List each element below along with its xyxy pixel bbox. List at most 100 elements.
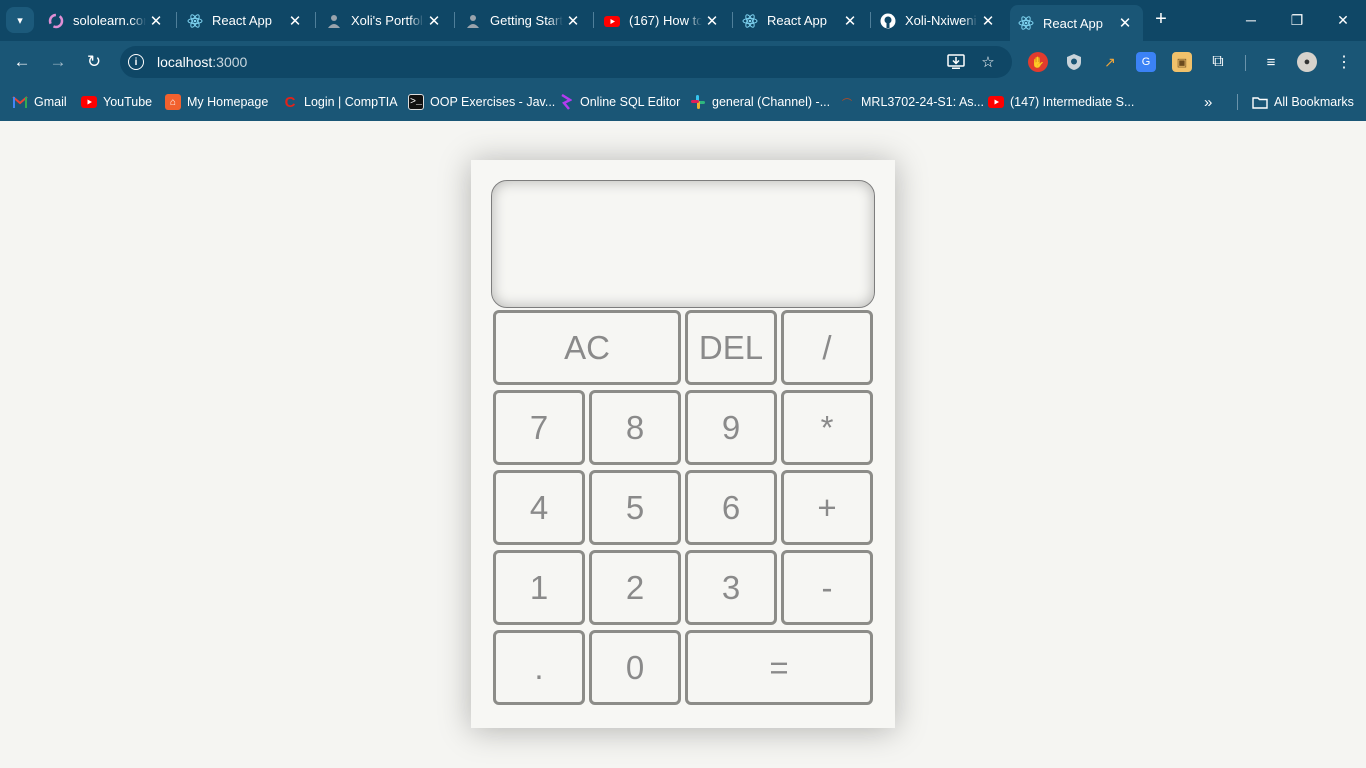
tab-react-app-active[interactable]: React App ✕ xyxy=(1010,5,1143,41)
tab-title: sololearn.com xyxy=(73,13,146,28)
extensions-puzzle-icon[interactable]: ⧉ xyxy=(1208,52,1228,72)
bookmark-youtube[interactable]: YouTube xyxy=(81,92,152,112)
close-window-button[interactable]: ✕ xyxy=(1328,8,1358,32)
close-icon[interactable]: ✕ xyxy=(424,11,444,31)
bookmark-label: YouTube xyxy=(103,95,153,109)
bookmarks-overflow-button[interactable]: » xyxy=(1204,92,1212,112)
close-icon[interactable]: ✕ xyxy=(702,11,722,31)
bookmark-slack[interactable]: general (Channel) -... xyxy=(690,92,830,112)
bookmark-sql-editor[interactable]: Online SQL Editor xyxy=(558,92,680,112)
tab-divider xyxy=(454,12,455,28)
translate-icon[interactable]: G xyxy=(1136,52,1156,72)
plus-button[interactable]: + xyxy=(781,470,873,545)
close-icon[interactable]: ✕ xyxy=(978,11,998,31)
react-icon xyxy=(742,13,758,29)
minimize-button[interactable]: ─ xyxy=(1236,8,1266,32)
toolbar-divider xyxy=(1245,55,1246,71)
react-icon xyxy=(1018,15,1034,31)
extension-hand-icon[interactable]: ✋ xyxy=(1028,52,1048,72)
tab-github[interactable]: Xoli-Nxiweni ✕ xyxy=(872,6,1006,35)
minus-button[interactable]: - xyxy=(781,550,873,625)
decimal-button[interactable]: . xyxy=(493,630,585,705)
close-icon[interactable]: ✕ xyxy=(285,11,305,31)
tab-title: (167) How to xyxy=(629,13,702,28)
chevron-double-right-icon: » xyxy=(1204,93,1213,111)
restore-button[interactable]: ❐ xyxy=(1282,8,1312,32)
tab-react-app-1[interactable]: React App ✕ xyxy=(179,6,313,35)
tab-divider xyxy=(732,12,733,28)
tab-react-app-2[interactable]: React App ✕ xyxy=(734,6,868,35)
tab-title: React App xyxy=(1043,15,1103,31)
bookmark-homepage[interactable]: ⌂ My Homepage xyxy=(165,92,268,112)
tab-title: Getting Started xyxy=(490,13,563,28)
calculator: AC DEL / 7 8 9 * 4 5 6 + 1 2 3 - . 0 = xyxy=(471,160,895,728)
bookmark-label: My Homepage xyxy=(187,95,269,109)
digit-5-button[interactable]: 5 xyxy=(589,470,681,545)
tab-divider xyxy=(176,12,177,28)
bookmark-intermediate[interactable]: (147) Intermediate S... xyxy=(988,92,1134,112)
youtube-icon xyxy=(988,94,1004,110)
digit-6-button[interactable]: 6 xyxy=(685,470,777,545)
extension-color-icon[interactable]: ↗ xyxy=(1100,52,1120,72)
bookmark-label: Login | CompTIA xyxy=(304,95,398,109)
close-icon[interactable]: ✕ xyxy=(146,11,166,31)
youtube-icon xyxy=(604,13,620,29)
close-icon[interactable]: ✕ xyxy=(840,11,860,31)
tab-portfolio[interactable]: Xoli's Portfolio ✕ xyxy=(318,6,452,35)
digit-2-button[interactable]: 2 xyxy=(589,550,681,625)
url-host: localhost xyxy=(157,54,213,70)
close-icon[interactable]: ✕ xyxy=(1115,13,1135,33)
bookmark-label: Gmail xyxy=(34,95,67,109)
sql-icon xyxy=(558,94,574,110)
folder-icon xyxy=(1252,94,1268,110)
multiply-button[interactable]: * xyxy=(781,390,873,465)
close-icon[interactable]: ✕ xyxy=(563,11,583,31)
delete-button[interactable]: DEL xyxy=(685,310,777,385)
digit-8-button[interactable]: 8 xyxy=(589,390,681,465)
arrow-right-icon: → xyxy=(49,52,67,71)
avatar[interactable]: ● xyxy=(1297,52,1317,72)
portfolio-icon xyxy=(326,13,342,29)
more-vert-icon[interactable]: ⋮ xyxy=(1334,52,1354,72)
react-icon xyxy=(187,13,203,29)
star-icon[interactable]: ☆ xyxy=(978,52,998,72)
tab-title: React App xyxy=(767,13,827,28)
tab-search-button[interactable]: ▾ xyxy=(6,7,34,33)
tab-getting-started[interactable]: Getting Started ✕ xyxy=(457,6,591,35)
bookmark-mrl3702[interactable]: ⌒ MRL3702-24-S1: As... xyxy=(839,92,984,112)
tab-sololearn[interactable]: sololearn.com ✕ xyxy=(40,6,174,35)
sololearn-icon xyxy=(48,13,64,29)
shield-icon[interactable] xyxy=(1064,52,1084,72)
info-icon[interactable]: i xyxy=(128,54,144,70)
tab-youtube[interactable]: (167) How to ✕ xyxy=(596,6,730,35)
digit-7-button[interactable]: 7 xyxy=(493,390,585,465)
digit-0-button[interactable]: 0 xyxy=(589,630,681,705)
all-bookmarks-button[interactable]: All Bookmarks xyxy=(1252,92,1354,112)
bookmark-gmail[interactable]: Gmail xyxy=(12,92,67,112)
equals-button[interactable]: = xyxy=(685,630,873,705)
digit-3-button[interactable]: 3 xyxy=(685,550,777,625)
gmail-icon xyxy=(12,94,28,110)
unisa-icon: ⌒ xyxy=(842,98,852,110)
bookmarks-bar: Gmail YouTube ⌂ My Homepage C Login | Co… xyxy=(0,83,1366,121)
url-port: :3000 xyxy=(212,54,248,70)
bookmark-comptia[interactable]: C Login | CompTIA xyxy=(282,92,398,112)
new-tab-button[interactable]: + xyxy=(1150,8,1172,30)
divide-button[interactable]: / xyxy=(781,310,873,385)
bookmark-oop-exercises[interactable]: >_ OOP Exercises - Jav... xyxy=(408,92,555,112)
url-text[interactable]: localhost:3000 xyxy=(157,54,247,70)
github-icon xyxy=(880,13,896,29)
digit-4-button[interactable]: 4 xyxy=(493,470,585,545)
address-bar[interactable]: i localhost:3000 ☆ xyxy=(120,46,1012,78)
extension-box-icon[interactable]: ▣ xyxy=(1172,52,1192,72)
all-clear-button[interactable]: AC xyxy=(493,310,681,385)
digit-9-button[interactable]: 9 xyxy=(685,390,777,465)
all-bookmarks-label: All Bookmarks xyxy=(1274,95,1354,109)
install-app-icon[interactable] xyxy=(946,52,966,72)
restore-icon: ❐ xyxy=(1290,11,1304,28)
media-control-icon[interactable]: ≡ xyxy=(1261,52,1281,72)
digit-1-button[interactable]: 1 xyxy=(493,550,585,625)
reload-button[interactable]: ↻ xyxy=(81,49,107,75)
back-button[interactable]: ← xyxy=(9,49,35,75)
forward-button[interactable]: → xyxy=(45,49,71,75)
